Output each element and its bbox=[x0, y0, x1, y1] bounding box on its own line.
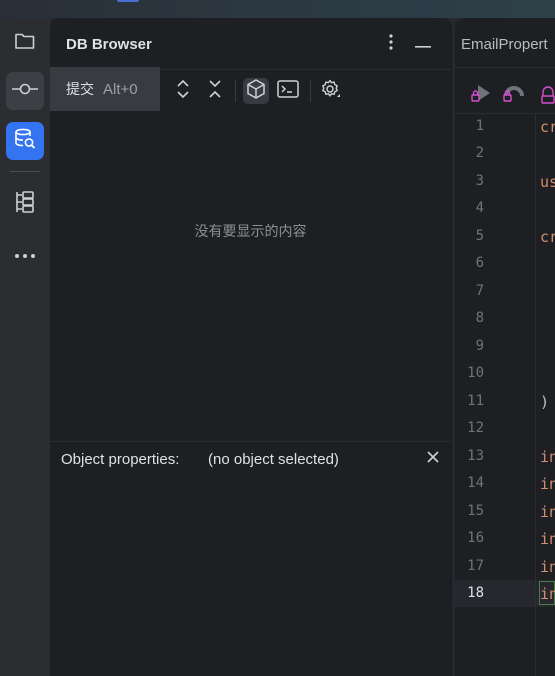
database-browser-icon bbox=[13, 127, 37, 156]
commit-icon bbox=[12, 82, 38, 101]
code-line[interactable]: in bbox=[540, 585, 555, 603]
editor-toolbar-divider bbox=[455, 113, 555, 114]
line-number: 5 bbox=[475, 228, 484, 244]
code-line[interactable]: in bbox=[540, 475, 555, 493]
line-number-current: 18 bbox=[467, 585, 484, 601]
gutter-divider bbox=[535, 114, 536, 676]
line-number: 11 bbox=[467, 393, 484, 409]
active-indicator bbox=[117, 0, 139, 2]
panel-options-button[interactable] bbox=[381, 32, 401, 56]
schema-objects-icon bbox=[245, 78, 267, 105]
explain-plan-button[interactable] bbox=[501, 82, 525, 111]
code-line[interactable]: us bbox=[540, 173, 555, 191]
toolstrip-separator bbox=[10, 171, 40, 172]
commit-tool-button[interactable] bbox=[6, 72, 44, 110]
settings-icon bbox=[319, 78, 341, 105]
schema-objects-button[interactable] bbox=[243, 78, 269, 104]
toolbar-separator bbox=[235, 80, 236, 102]
structure-tool-button[interactable] bbox=[6, 185, 44, 223]
line-number: 16 bbox=[467, 530, 484, 546]
more-icon bbox=[14, 246, 36, 264]
code-line[interactable]: in bbox=[540, 448, 555, 466]
properties-divider bbox=[50, 441, 451, 442]
line-number: 10 bbox=[467, 365, 484, 381]
minimize-icon bbox=[415, 35, 431, 53]
console-icon bbox=[277, 79, 299, 103]
object-properties-value: (no object selected) bbox=[208, 451, 339, 468]
code-line[interactable]: in bbox=[540, 530, 555, 548]
title-bar-strip bbox=[0, 0, 555, 18]
tooltip-shortcut: Alt+0 bbox=[103, 80, 138, 98]
line-number: 6 bbox=[475, 255, 484, 271]
line-number: 4 bbox=[475, 200, 484, 216]
line-number: 8 bbox=[475, 310, 484, 326]
code-line[interactable]: in bbox=[540, 558, 555, 576]
line-number: 17 bbox=[467, 558, 484, 574]
editor-tab-divider bbox=[455, 67, 555, 68]
code-line[interactable]: cr bbox=[540, 228, 555, 246]
commit-tooltip: 提交 Alt+0 bbox=[50, 67, 160, 111]
line-number: 9 bbox=[475, 338, 484, 354]
console-button[interactable] bbox=[275, 78, 301, 104]
line-number: 7 bbox=[475, 283, 484, 299]
empty-state-text: 没有要显示的内容 bbox=[194, 223, 307, 239]
editor-tab[interactable]: EmailPropert bbox=[461, 36, 548, 53]
toolbar-separator bbox=[310, 80, 311, 102]
more-tools-button[interactable] bbox=[6, 236, 44, 274]
panel-hide-button[interactable] bbox=[412, 32, 434, 56]
structure-icon bbox=[14, 190, 36, 219]
lock-icon bbox=[541, 86, 555, 109]
more-vertical-icon bbox=[389, 33, 393, 55]
code-line[interactable]: ) bbox=[540, 393, 549, 411]
project-tool-button[interactable] bbox=[6, 24, 44, 62]
line-number: 14 bbox=[467, 475, 484, 491]
settings-button[interactable] bbox=[317, 78, 343, 104]
collapse-all-button[interactable] bbox=[202, 78, 228, 104]
tooltip-label: 提交 bbox=[66, 81, 94, 97]
properties-close-button[interactable] bbox=[424, 450, 442, 468]
run-statement-button[interactable] bbox=[469, 82, 493, 111]
line-number: 1 bbox=[475, 118, 484, 134]
db-browser-panel: DB Browser 提交 Alt+0 没有要显示的内容 Object prop… bbox=[50, 18, 452, 676]
line-number: 3 bbox=[475, 173, 484, 189]
code-line[interactable]: in bbox=[540, 503, 555, 521]
expand-all-icon bbox=[176, 79, 190, 104]
expand-all-button[interactable] bbox=[170, 78, 196, 104]
collapse-all-icon bbox=[208, 79, 222, 104]
line-number: 13 bbox=[467, 448, 484, 464]
object-properties-label: Object properties: bbox=[61, 451, 180, 468]
line-number: 12 bbox=[467, 420, 484, 436]
folder-icon bbox=[14, 31, 36, 56]
editor-pane: EmailPropert 1 2 3 4 5 6 7 8 9 10 11 12 … bbox=[455, 18, 555, 676]
panel-title: DB Browser bbox=[66, 36, 152, 53]
close-icon bbox=[427, 450, 439, 468]
tool-window-strip bbox=[0, 18, 50, 676]
line-number: 15 bbox=[467, 503, 484, 519]
code-line[interactable]: cr bbox=[540, 118, 555, 136]
db-browser-tool-button[interactable] bbox=[6, 122, 44, 160]
line-number: 2 bbox=[475, 145, 484, 161]
